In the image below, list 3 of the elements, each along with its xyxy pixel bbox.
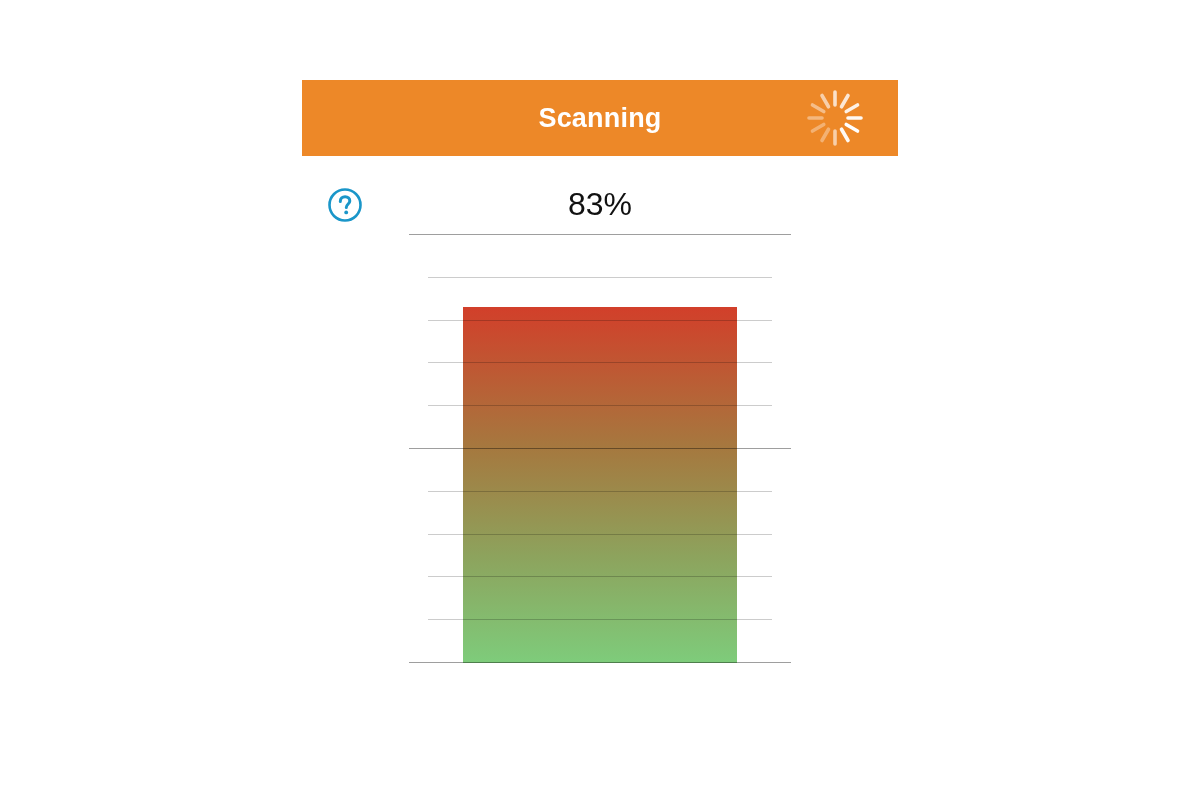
help-icon[interactable] [328,187,362,222]
progress-percent: 83% [567,186,632,223]
screen-title: Scanning [538,102,662,134]
